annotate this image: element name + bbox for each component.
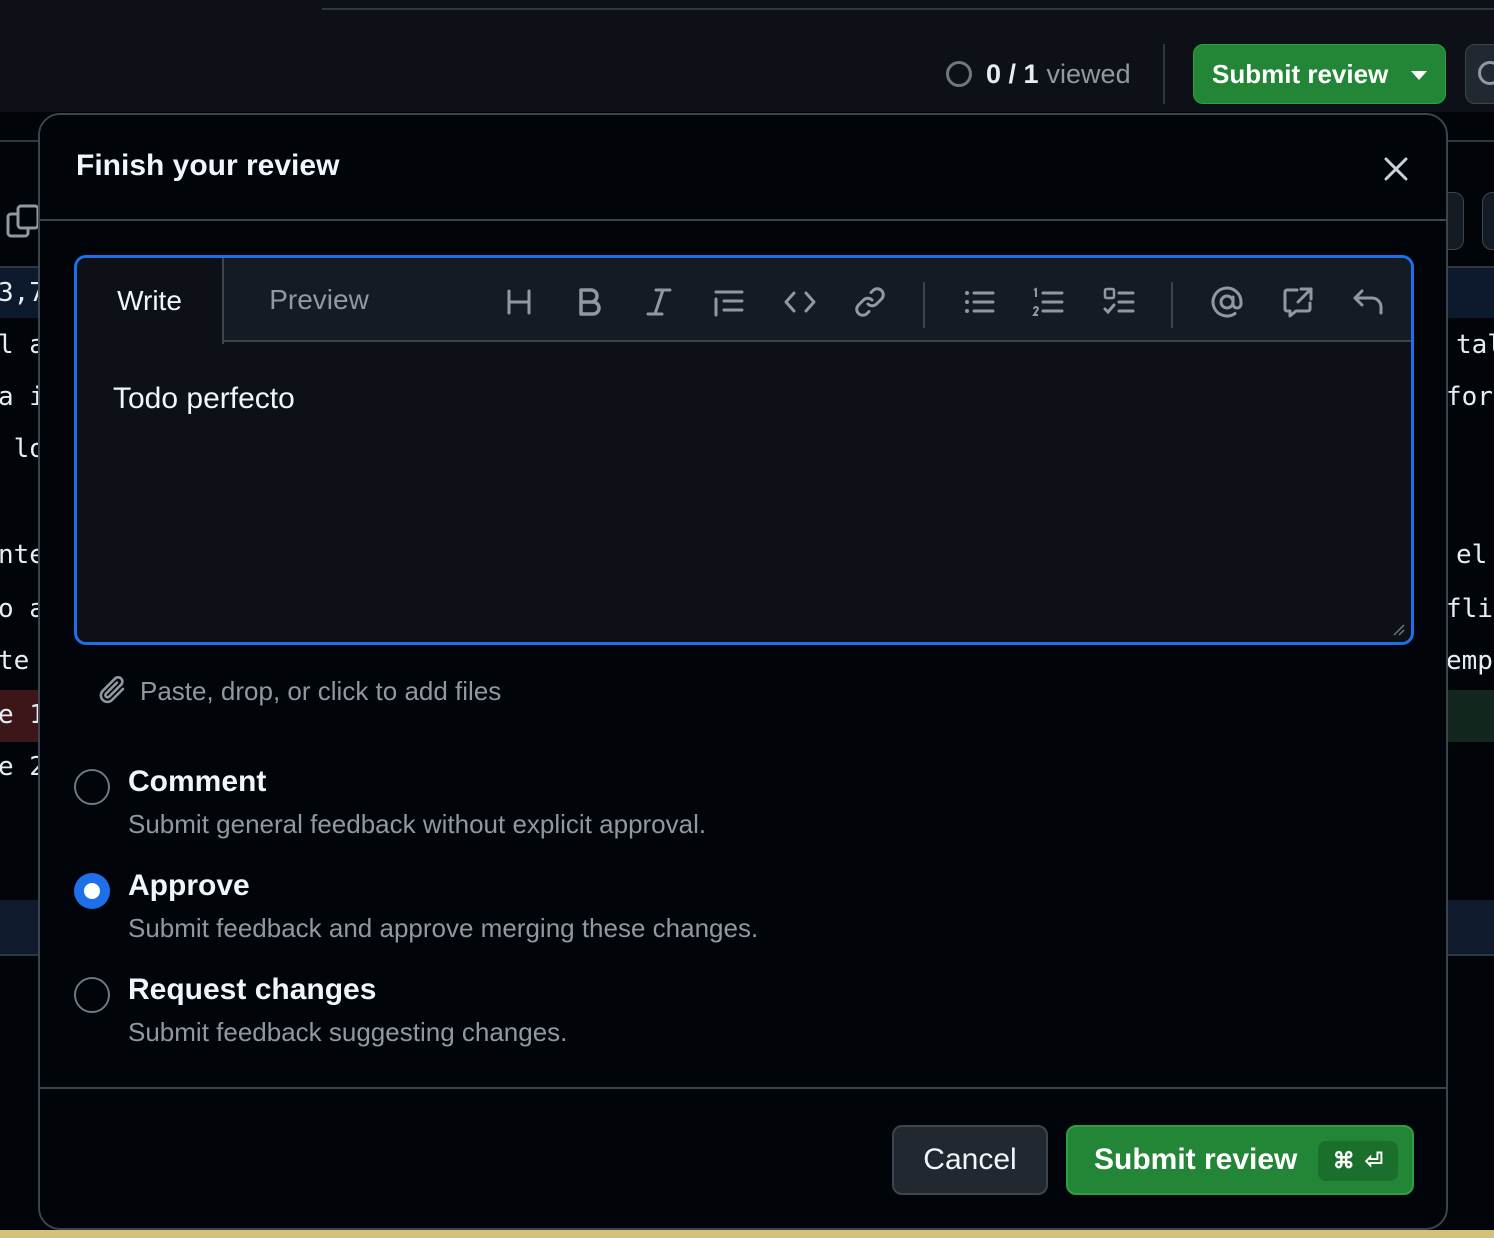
- header-divider: [40, 219, 1446, 221]
- viewed-indicator[interactable]: 0 / 1 viewed: [946, 54, 1131, 94]
- submit-review-label: Submit review: [1094, 1143, 1298, 1176]
- code-fragment: empl: [1446, 646, 1494, 676]
- option-label: Comment: [128, 765, 267, 798]
- code-icon[interactable]: [780, 282, 820, 322]
- approve-radio[interactable]: [74, 873, 110, 909]
- resize-handle-icon[interactable]: [1391, 622, 1405, 636]
- link-icon[interactable]: [850, 282, 890, 322]
- top-divider: [322, 0, 1494, 10]
- attach-files-text: Paste, drop, or click to add files: [140, 675, 502, 706]
- italic-icon[interactable]: [639, 282, 679, 322]
- cancel-button[interactable]: Cancel: [892, 1125, 1048, 1195]
- bottom-strip: [0, 1230, 1494, 1238]
- viewed-circle-icon: [946, 61, 972, 87]
- command-icon: ⌘: [1332, 1148, 1355, 1173]
- comment-radio[interactable]: [74, 769, 110, 805]
- bg-divider: [1448, 954, 1494, 956]
- bg-divider: [1448, 140, 1494, 142]
- code-fragment: el: [1456, 540, 1488, 570]
- submit-review-button[interactable]: Submit review ⌘ ⏎: [1066, 1125, 1414, 1195]
- tab-preview[interactable]: Preview: [224, 258, 414, 342]
- reference-icon[interactable]: [1278, 282, 1318, 322]
- hunk-row: [1448, 268, 1494, 318]
- finish-review-dialog: Finish your review Write Preview Todo pe…: [38, 113, 1448, 1230]
- option-description: Submit feedback suggesting changes.: [128, 1017, 568, 1047]
- keyboard-shortcut: ⌘ ⏎: [1318, 1141, 1398, 1181]
- code-fragment: flic: [1446, 594, 1494, 624]
- added-line-row: [1448, 690, 1494, 742]
- return-icon: ⏎: [1364, 1148, 1384, 1173]
- gear-icon: [1478, 61, 1494, 85]
- unordered-list-icon[interactable]: [959, 282, 999, 322]
- footer-divider: [40, 1087, 1446, 1089]
- option-label: Approve: [128, 869, 250, 902]
- dialog-title: Finish your review: [76, 149, 340, 182]
- comment-editor[interactable]: Write Preview Todo perfecto: [74, 255, 1414, 645]
- bold-icon[interactable]: [569, 282, 609, 322]
- editor-toolbar: Write Preview: [77, 258, 1411, 344]
- bg-button[interactable]: [1482, 192, 1494, 250]
- settings-button[interactable]: [1465, 44, 1494, 104]
- mention-icon[interactable]: [1207, 282, 1247, 322]
- tab-write[interactable]: Write: [77, 258, 224, 344]
- comment-textarea[interactable]: Todo perfecto: [113, 382, 295, 416]
- ordered-list-icon[interactable]: [1028, 282, 1068, 322]
- caret-down-icon: [1411, 71, 1427, 80]
- highlighted-row: [1448, 900, 1494, 954]
- option-description: Submit feedback and approve merging thes…: [128, 913, 759, 943]
- header-separator: [1163, 44, 1165, 104]
- viewed-count: 0 / 1: [986, 58, 1039, 89]
- code-fragment: tal: [1456, 330, 1494, 360]
- close-icon: [1384, 157, 1408, 181]
- highlighted-row: [0, 900, 40, 954]
- toolbar-separator: [923, 282, 925, 328]
- code-fragment: for: [1446, 382, 1493, 412]
- copy-icon[interactable]: [6, 204, 40, 245]
- paperclip-icon: [99, 676, 125, 704]
- toolbar-separator: [1171, 282, 1173, 328]
- bg-divider: [0, 140, 40, 142]
- header-submit-review-button[interactable]: Submit review: [1193, 44, 1446, 104]
- option-label: Request changes: [128, 973, 377, 1006]
- task-list-icon[interactable]: [1099, 282, 1139, 322]
- quote-icon[interactable]: [709, 282, 749, 322]
- request-changes-radio[interactable]: [74, 977, 110, 1013]
- bg-divider: [0, 954, 40, 956]
- option-description: Submit general feedback without explicit…: [128, 809, 707, 839]
- attach-files[interactable]: Paste, drop, or click to add files: [98, 675, 501, 707]
- header-submit-label: Submit review: [1212, 58, 1389, 89]
- heading-icon[interactable]: [499, 282, 539, 322]
- undo-icon[interactable]: [1348, 282, 1388, 322]
- viewed-label: viewed: [1046, 58, 1131, 89]
- close-button[interactable]: [1376, 149, 1416, 189]
